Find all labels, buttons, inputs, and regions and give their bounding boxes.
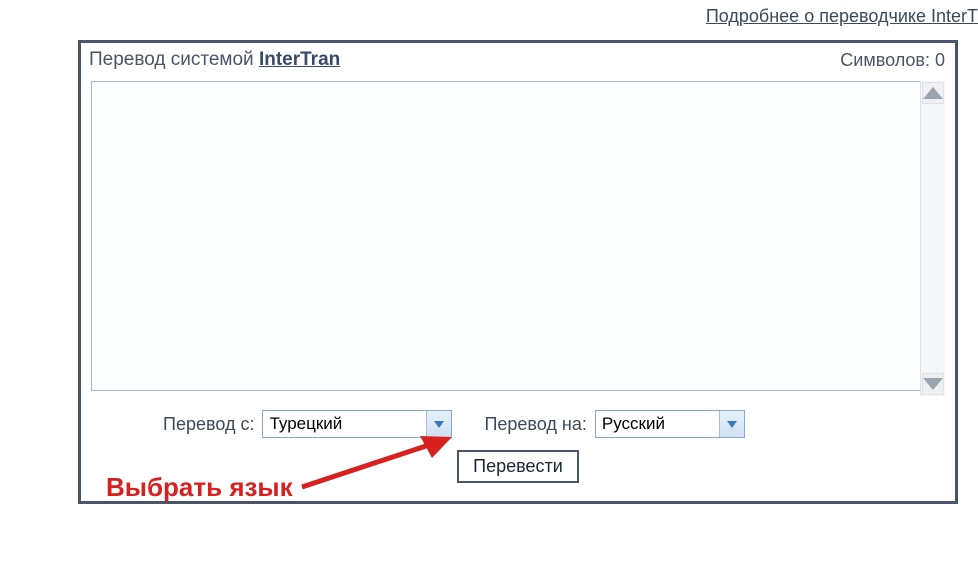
char-counter-value: 0 bbox=[935, 50, 945, 70]
translator-widget: Перевод системой InterTran Символов: 0 П… bbox=[78, 40, 958, 504]
translate-from-label: Перевод с: bbox=[163, 414, 254, 435]
chevron-down-icon bbox=[426, 411, 451, 437]
chevron-down-icon bbox=[719, 411, 744, 437]
source-language-value: Турецкий bbox=[269, 414, 342, 434]
translate-to-label: Перевод на: bbox=[484, 414, 586, 435]
target-language-select[interactable]: Русский bbox=[595, 410, 745, 438]
char-counter: Символов: 0 bbox=[840, 50, 945, 71]
widget-header: Перевод системой InterTran Символов: 0 bbox=[81, 43, 955, 81]
char-counter-label: Символов: bbox=[840, 50, 935, 70]
header-prefix: Перевод системой bbox=[89, 49, 259, 70]
textarea-wrapper bbox=[91, 81, 945, 396]
source-language-select[interactable]: Турецкий bbox=[262, 410, 452, 438]
source-text-input[interactable] bbox=[91, 81, 945, 391]
system-link[interactable]: InterTran bbox=[259, 49, 340, 70]
scroll-up-icon[interactable] bbox=[922, 82, 944, 104]
language-controls: Перевод с: Турецкий Перевод на: Русский bbox=[81, 406, 955, 444]
target-language-value: Русский bbox=[602, 414, 665, 434]
annotation-text: Выбрать язык bbox=[106, 472, 293, 503]
translate-button[interactable]: Перевести bbox=[457, 450, 579, 483]
scrollbar[interactable] bbox=[920, 81, 945, 396]
header-title: Перевод системой InterTran bbox=[89, 49, 340, 71]
scroll-down-icon[interactable] bbox=[922, 373, 944, 395]
about-translator-link[interactable]: Подробнее о переводчике InterT bbox=[706, 6, 978, 27]
